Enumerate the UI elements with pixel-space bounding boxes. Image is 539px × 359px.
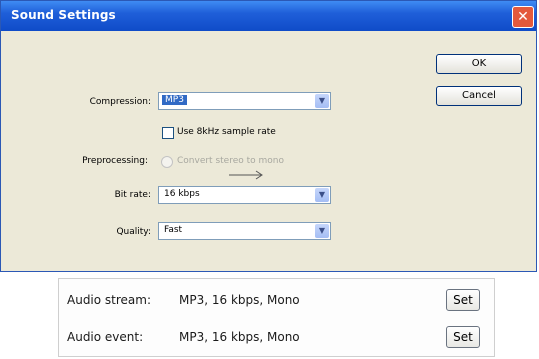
audio-event-set-button[interactable]: Set: [446, 326, 480, 348]
compression-label: Compression:: [89, 97, 151, 107]
audio-stream-row: Audio stream: MP3, 16 kbps, Mono: [67, 293, 300, 307]
audio-stream-label: Audio stream:: [67, 293, 152, 307]
close-icon[interactable]: ✕: [512, 6, 534, 28]
audio-event-label: Audio event:: [67, 330, 144, 344]
preprocessing-label: Preprocessing:: [82, 156, 148, 166]
quality-label: Quality:: [116, 227, 151, 237]
audio-stream-value: MP3, 16 kbps, Mono: [179, 293, 300, 307]
arrow-annotation: [229, 170, 263, 180]
bit-rate-select[interactable]: 16 kbps ▼: [158, 186, 331, 204]
quality-value: Fast: [164, 225, 183, 235]
bit-rate-value: 16 kbps: [164, 189, 200, 199]
convert-mono-label: Convert stereo to mono: [177, 156, 284, 166]
audio-event-value: MP3, 16 kbps, Mono: [179, 330, 300, 344]
chevron-down-icon[interactable]: ▼: [315, 188, 329, 202]
title-bar[interactable]: Sound Settings ✕: [1, 1, 536, 31]
bit-rate-label: Bit rate:: [114, 190, 151, 200]
audio-event-row: Audio event: MP3, 16 kbps, Mono: [67, 330, 300, 344]
dialog-title: Sound Settings: [11, 8, 116, 22]
chevron-down-icon[interactable]: ▼: [315, 224, 329, 238]
audio-stream-set-button[interactable]: Set: [446, 289, 480, 311]
compression-select[interactable]: MP3 ▼: [158, 92, 331, 110]
cancel-button[interactable]: Cancel: [436, 86, 522, 106]
convert-mono-radio[interactable]: [161, 156, 173, 168]
sample-rate-checkbox-label: Use 8kHz sample rate: [177, 127, 276, 137]
sound-settings-dialog: Sound Settings ✕ OK Cancel Compression: …: [0, 0, 537, 272]
sample-rate-checkbox[interactable]: [162, 127, 174, 139]
chevron-down-icon[interactable]: ▼: [315, 94, 329, 108]
audio-settings-panel: Audio stream: MP3, 16 kbps, Mono Set Audi…: [58, 278, 495, 357]
quality-select[interactable]: Fast ▼: [158, 222, 331, 240]
compression-value: MP3: [162, 95, 187, 105]
ok-button[interactable]: OK: [436, 54, 522, 74]
